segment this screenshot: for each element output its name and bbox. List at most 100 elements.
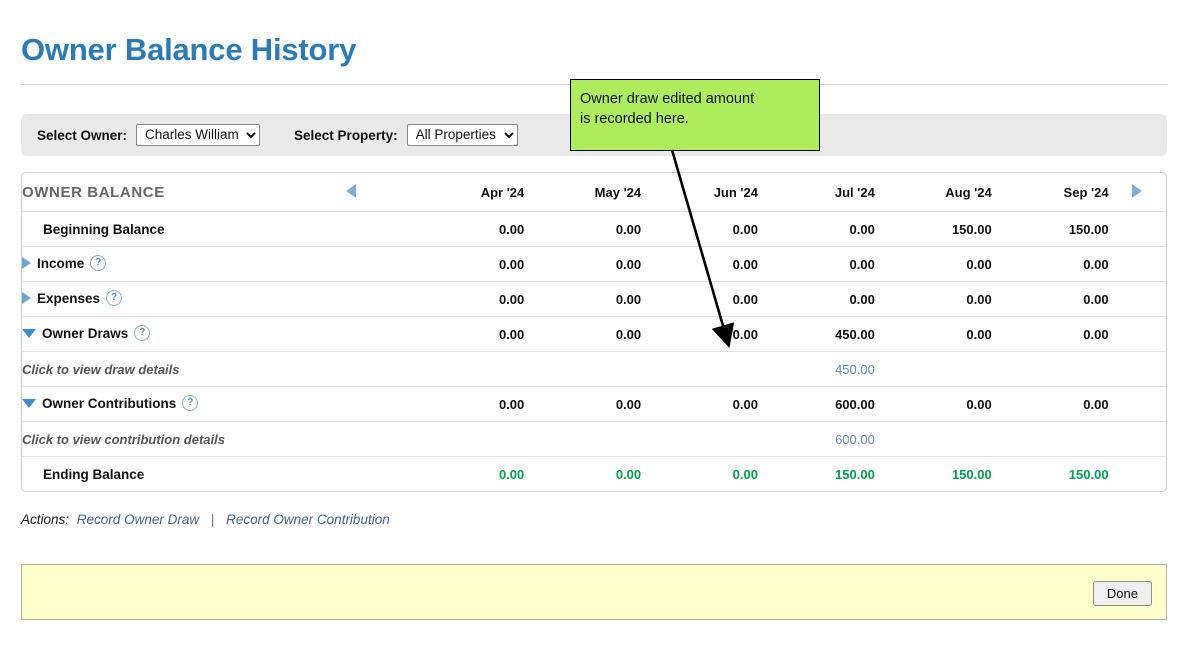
row-nav-spacer [330,457,373,492]
cell-amount: 0.00 [758,247,875,282]
help-icon[interactable]: ? [182,395,198,411]
row-nav-spacer [330,387,373,422]
footer-panel: Done [21,564,1167,620]
cell-amount: 0.00 [407,247,524,282]
row-label-owner-contributions[interactable]: Owner Contributions? [22,387,330,422]
row-label-owner-draws[interactable]: Owner Draws? [22,317,330,352]
row-nav-spacer [330,317,373,352]
cell-amount: 600.00 [758,387,875,422]
cell-amount: 0.00 [992,282,1109,317]
column-header-month: Apr '24 [407,173,524,212]
column-header-month: Sep '24 [992,173,1109,212]
cell-amount: 150.00 [992,212,1109,247]
cell-amount-link[interactable] [407,352,524,387]
cell-amount: 0.00 [524,247,641,282]
page-title: Owner Balance History [21,32,356,68]
row-label: Ending Balance [22,457,330,492]
property-select[interactable]: All Properties [407,124,518,146]
row-spacer [373,457,408,492]
cell-amount: 0.00 [875,387,992,422]
row-nav-spacer [330,212,373,247]
owner-select[interactable]: Charles William [136,124,260,146]
cell-amount: 0.00 [407,282,524,317]
table-row: Owner Draws? 0.00 0.00 0.00 450.00 0.00 … [22,317,1166,352]
header-spacer [373,173,408,212]
cell-amount-link[interactable] [641,422,758,457]
cell-amount-link[interactable] [875,352,992,387]
help-icon[interactable]: ? [134,325,150,341]
expand-triangle-icon[interactable] [22,257,31,269]
table-row: Expenses? 0.00 0.00 0.00 0.00 0.00 0.00 [22,282,1166,317]
record-owner-draw-link[interactable]: Record Owner Draw [77,512,199,527]
cell-amount: 0.00 [524,317,641,352]
column-header-month: May '24 [524,173,641,212]
cell-amount-link[interactable] [524,352,641,387]
collapse-triangle-icon[interactable] [22,329,36,338]
cell-amount-total: 150.00 [875,457,992,492]
row-label: Beginning Balance [22,212,330,247]
help-icon[interactable]: ? [90,255,106,271]
row-label-text: Income [37,256,84,271]
cell-amount-total: 0.00 [641,457,758,492]
row-label-income[interactable]: Income? [22,247,330,282]
prev-period-button[interactable] [330,173,373,212]
row-label-expenses[interactable]: Expenses? [22,282,330,317]
cell-amount-link[interactable] [992,422,1109,457]
cell-amount: 150.00 [875,212,992,247]
callout-line-2: is recorded here. [580,109,810,129]
row-end-spacer [1109,422,1166,457]
cell-amount: 0.00 [641,317,758,352]
cell-amount: 0.00 [875,317,992,352]
expand-triangle-icon[interactable] [22,292,31,304]
cell-amount: 0.00 [641,387,758,422]
cell-amount: 0.00 [524,387,641,422]
cell-amount-link[interactable] [524,422,641,457]
draw-details-label[interactable]: Click to view draw details [22,352,330,387]
cell-amount: 0.00 [758,282,875,317]
done-button[interactable]: Done [1093,581,1152,606]
triangle-left-icon[interactable] [346,184,356,198]
help-icon[interactable]: ? [106,290,122,306]
table-row-ending-balance: Ending Balance 0.00 0.00 0.00 150.00 150… [22,457,1166,492]
row-spacer [373,282,408,317]
cell-amount-link[interactable] [641,352,758,387]
collapse-triangle-icon[interactable] [22,399,36,408]
row-nav-spacer [330,282,373,317]
row-spacer [373,212,408,247]
cell-amount: 0.00 [875,247,992,282]
cell-amount: 0.00 [641,282,758,317]
cell-amount: 0.00 [992,247,1109,282]
cell-amount: 0.00 [407,387,524,422]
row-nav-spacer [330,352,373,387]
row-spacer [373,422,408,457]
next-period-button[interactable] [1109,173,1166,212]
contribution-details-label[interactable]: Click to view contribution details [22,422,330,457]
row-label-text: Owner Draws [42,326,128,341]
row-label-text: Expenses [37,291,100,306]
cell-amount-total: 150.00 [992,457,1109,492]
table-body: Beginning Balance 0.00 0.00 0.00 0.00 15… [22,212,1166,492]
select-owner-label: Select Owner: [37,128,127,143]
cell-amount: 0.00 [407,317,524,352]
cell-amount-link[interactable]: 600.00 [758,422,875,457]
record-owner-contribution-link[interactable]: Record Owner Contribution [226,512,390,527]
actions-label: Actions: [21,512,69,527]
row-end-spacer [1109,457,1166,492]
cell-amount-total: 150.00 [758,457,875,492]
table-row: Income? 0.00 0.00 0.00 0.00 0.00 0.00 [22,247,1166,282]
actions-bar: Actions: Record Owner Draw | Record Owne… [21,512,394,527]
owner-balance-table-container: OWNER BALANCE Apr '24 May '24 Jun '24 Ju… [21,172,1167,492]
owner-balance-table: OWNER BALANCE Apr '24 May '24 Jun '24 Ju… [22,173,1166,491]
row-nav-spacer [330,422,373,457]
cell-amount: 0.00 [992,317,1109,352]
cell-amount-link[interactable]: 450.00 [758,352,875,387]
cell-amount: 0.00 [641,247,758,282]
table-header-row: OWNER BALANCE Apr '24 May '24 Jun '24 Ju… [22,173,1166,212]
triangle-right-icon[interactable] [1132,184,1142,198]
table-row-contribution-details: Click to view contribution details 600.0… [22,422,1166,457]
cell-amount-link[interactable] [992,352,1109,387]
cell-amount-link[interactable] [875,422,992,457]
row-end-spacer [1109,317,1166,352]
cell-amount: 0.00 [407,212,524,247]
cell-amount-link[interactable] [407,422,524,457]
